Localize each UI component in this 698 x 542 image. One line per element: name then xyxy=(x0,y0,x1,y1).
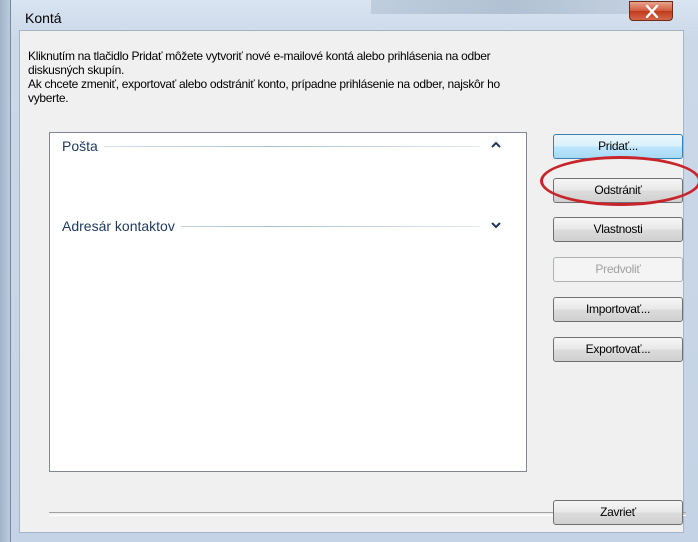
group-header-contacts[interactable]: Adresár kontaktov xyxy=(62,217,510,237)
instructions-line: vyberte. xyxy=(28,91,69,105)
window-title: Kontá xyxy=(25,10,62,26)
instructions-line: Kliknutím na tlačidlo Pridať môžete vytv… xyxy=(28,49,491,63)
group-header-mail[interactable]: Pošta xyxy=(62,137,510,157)
instructions-line: Ak chcete zmeniť, exportovať alebo odstr… xyxy=(28,77,500,91)
accounts-dialog: Kontá Kliknutím na tlačidlo Pridať môžet… xyxy=(10,0,698,542)
background-window-blur xyxy=(371,0,651,14)
close-window-button[interactable] xyxy=(629,1,673,21)
group-divider xyxy=(62,146,480,147)
close-icon xyxy=(645,5,659,18)
properties-button[interactable]: Vlastnosti xyxy=(553,217,683,242)
import-button[interactable]: Importovať... xyxy=(553,297,683,322)
chevron-down-icon[interactable] xyxy=(488,217,504,233)
export-button[interactable]: Exportovať... xyxy=(553,337,683,362)
chevron-up-icon[interactable] xyxy=(488,137,504,153)
group-label-contacts: Adresár kontaktov xyxy=(62,218,181,234)
group-label-mail: Pošta xyxy=(62,138,104,154)
add-button[interactable]: Pridať... xyxy=(553,134,683,159)
instructions-line: diskusných skupín. xyxy=(28,63,124,77)
close-button[interactable]: Zavrieť xyxy=(553,500,683,525)
dialog-content: Kliknutím na tlačidlo Pridať môžete vytv… xyxy=(19,30,698,533)
instructions-text: Kliknutím na tlačidlo Pridať môžete vytv… xyxy=(28,49,668,105)
accounts-list[interactable]: Pošta Adresár kontaktov xyxy=(49,132,527,472)
remove-button[interactable]: Odstrániť xyxy=(553,178,683,203)
set-default-button[interactable]: Predvoliť xyxy=(553,257,683,282)
